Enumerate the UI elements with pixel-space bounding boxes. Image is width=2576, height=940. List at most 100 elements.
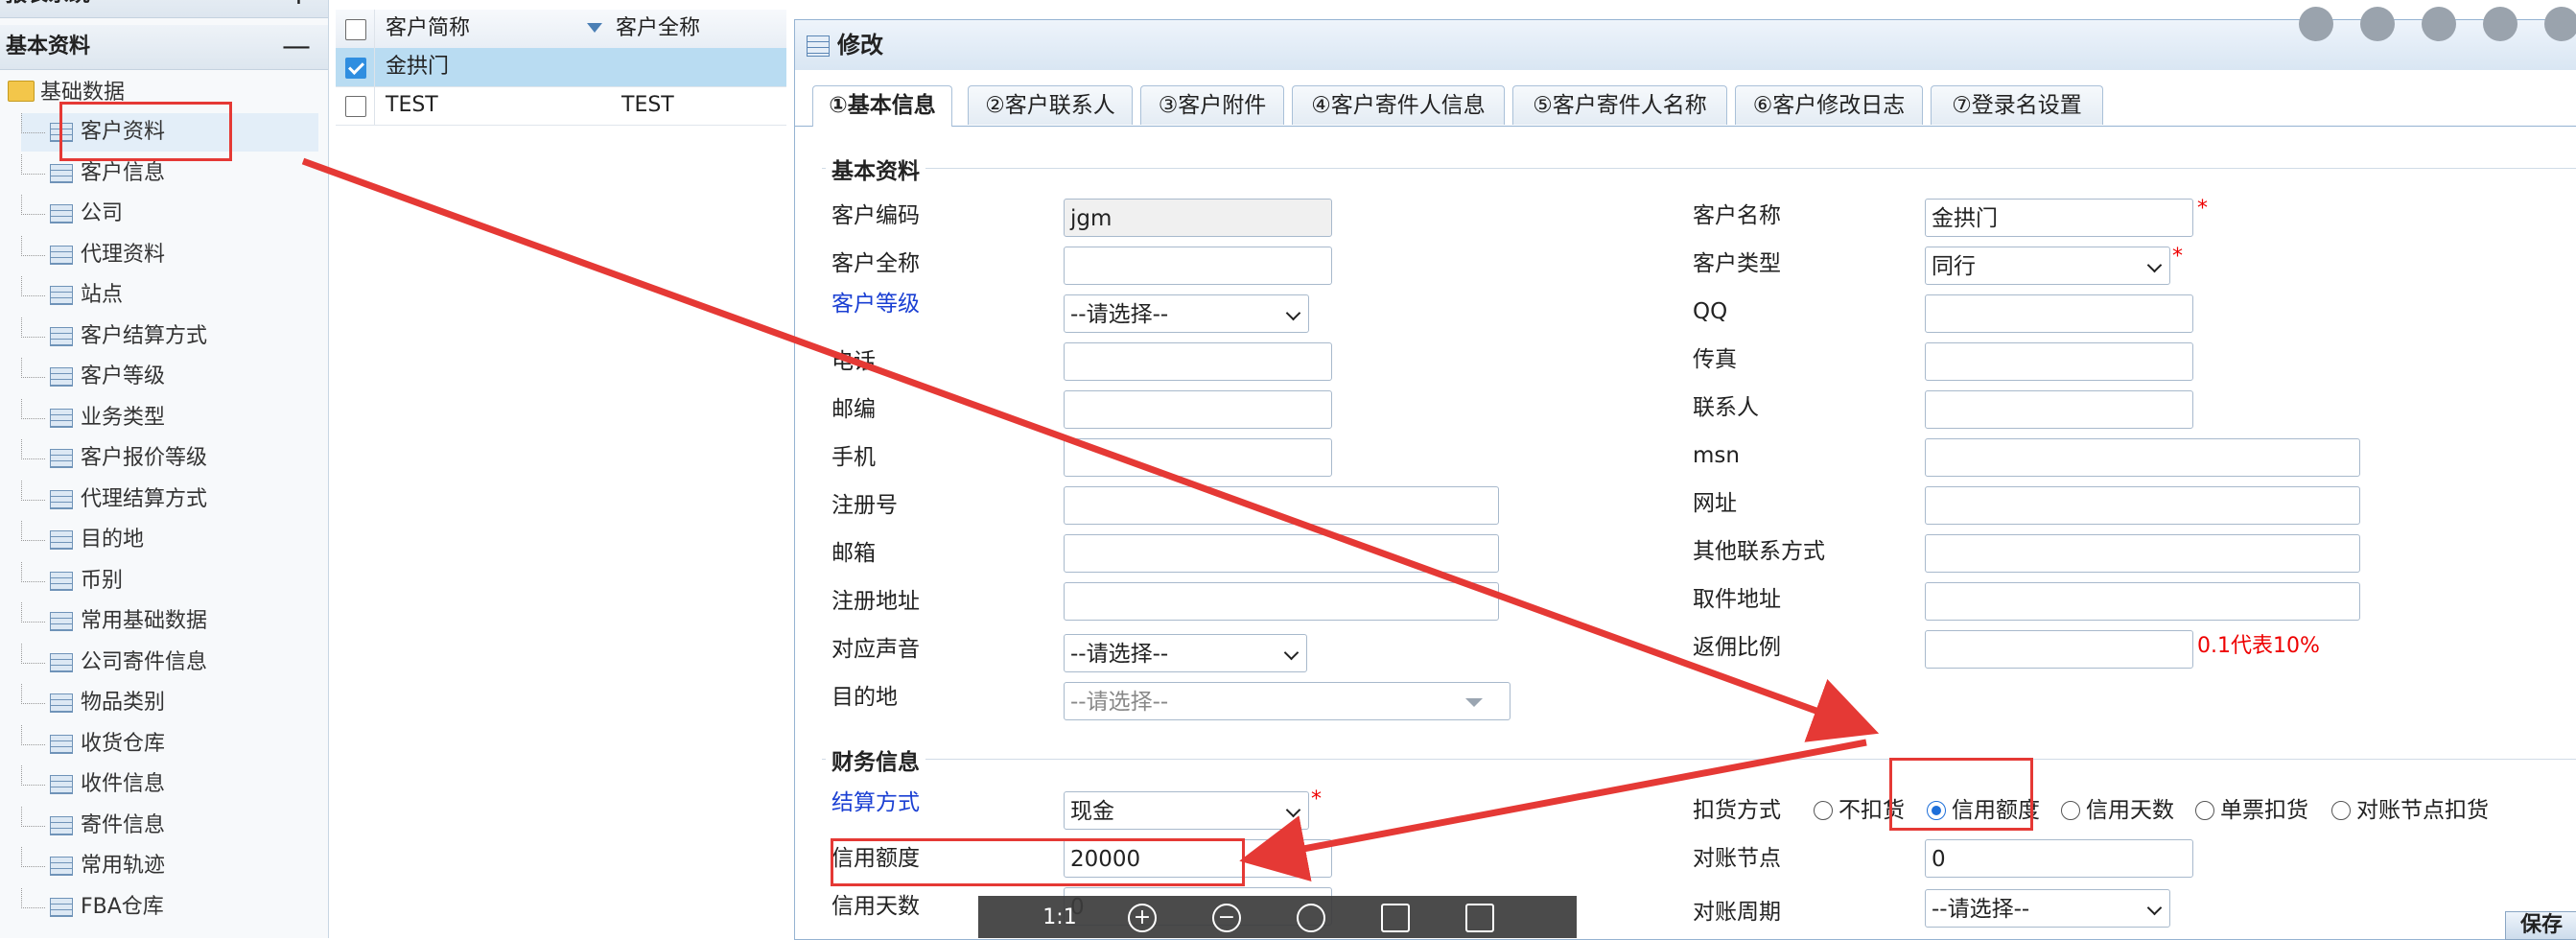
- sidebar-item[interactable]: 站点: [21, 276, 318, 315]
- sidebar-item[interactable]: 目的地: [21, 521, 318, 559]
- sidebar-item[interactable]: 代理结算方式: [21, 480, 318, 519]
- sidebar-item[interactable]: 代理资料: [21, 235, 318, 274]
- msn-input[interactable]: [1925, 438, 2360, 477]
- fax-input[interactable]: [1925, 342, 2193, 381]
- table-row[interactable]: 金拱门: [336, 48, 786, 87]
- sidebar-item-label: 站点: [81, 283, 124, 307]
- tree-branch-line: [21, 847, 45, 867]
- pickup-address-input[interactable]: [1925, 582, 2360, 621]
- zoom-out-icon[interactable]: −: [1212, 904, 1241, 932]
- tab-sender-name[interactable]: ⑤客户寄件人名称: [1512, 85, 1727, 125]
- form-icon: [807, 35, 830, 57]
- settlement-select[interactable]: 现金: [1064, 791, 1309, 830]
- destination-combo[interactable]: --请选择--: [1064, 682, 1510, 720]
- sidebar-item[interactable]: 常用基础数据: [21, 602, 318, 641]
- voice-select[interactable]: --请选择--: [1064, 634, 1307, 672]
- tab-basic-info[interactable]: ①基本信息: [812, 85, 952, 127]
- column-header-short-name[interactable]: 客户简称: [386, 10, 470, 48]
- sidebar-item[interactable]: 业务类型: [21, 398, 318, 437]
- contact-input[interactable]: [1925, 390, 2193, 429]
- tree-branch-line: [21, 480, 45, 501]
- tab-bar: ①基本信息 ②客户联系人 ③客户附件 ④客户寄件人信息 ⑤客户寄件人名称 ⑥客户…: [795, 80, 2576, 127]
- table-icon: [50, 815, 73, 835]
- radio-label: 对账节点扣货: [2356, 798, 2489, 823]
- filter-icon[interactable]: [587, 23, 602, 33]
- mobile-input[interactable]: [1064, 438, 1332, 477]
- save-icon[interactable]: [1465, 904, 1494, 932]
- radio-icon: [2331, 801, 2351, 820]
- table-icon: [50, 449, 73, 468]
- accordion-basic-data[interactable]: 基本资料 —: [0, 25, 328, 70]
- edit-icon[interactable]: [1381, 904, 1410, 932]
- row-checkbox[interactable]: [345, 96, 366, 117]
- sidebar-item[interactable]: 公司: [21, 195, 318, 233]
- column-header-full-name[interactable]: 客户全称: [616, 10, 700, 48]
- table-icon: [50, 163, 73, 183]
- close-icon[interactable]: [2544, 7, 2576, 41]
- website-input[interactable]: [1925, 486, 2360, 525]
- maximize-icon[interactable]: [2483, 7, 2517, 41]
- tab-modify-log[interactable]: ⑥客户修改日志: [1735, 85, 1923, 125]
- zoom-in-icon[interactable]: +: [1128, 904, 1157, 932]
- label-customer-level[interactable]: 客户等级: [831, 285, 920, 323]
- sidebar-item[interactable]: 客户结算方式: [21, 317, 318, 356]
- label-reconcile-period: 对账周期: [1693, 900, 1781, 925]
- row-checkbox[interactable]: [345, 58, 366, 79]
- accordion-report-system[interactable]: 报表系统 +: [0, 0, 328, 18]
- postcode-input[interactable]: [1064, 390, 1332, 429]
- customer-fullname-input[interactable]: [1064, 247, 1332, 285]
- label-email: 邮箱: [831, 541, 876, 566]
- tab-contacts[interactable]: ②客户联系人: [968, 85, 1133, 125]
- select-all-cell[interactable]: [336, 10, 375, 48]
- customer-name-input[interactable]: 金拱门: [1925, 199, 2193, 237]
- phone-input[interactable]: [1064, 342, 1332, 381]
- select-all-checkbox[interactable]: [345, 19, 366, 40]
- sidebar-item[interactable]: FBA仓库: [21, 887, 318, 927]
- label-destination: 目的地: [831, 685, 898, 710]
- accordion-title: 报表系统: [6, 0, 90, 17]
- label-voice: 对应声音: [831, 637, 920, 662]
- tab-sender-info[interactable]: ④客户寄件人信息: [1292, 85, 1505, 125]
- sidebar-item[interactable]: 客户报价等级: [21, 439, 318, 478]
- tree-branch-line: [21, 521, 45, 541]
- customer-type-select[interactable]: 同行: [1925, 247, 2170, 285]
- sidebar-item[interactable]: 常用轨迹: [21, 847, 318, 885]
- tree-branch-line: [21, 276, 45, 296]
- reg-no-input[interactable]: [1064, 486, 1499, 525]
- reconcile-node-input[interactable]: 0: [1925, 839, 2193, 878]
- sidebar-item[interactable]: 客户等级: [21, 358, 318, 396]
- rebate-input[interactable]: [1925, 630, 2193, 669]
- image-viewer-toolbar: 1:1 + −: [978, 896, 1577, 938]
- reconcile-period-select[interactable]: --请选择--: [1925, 889, 2170, 928]
- minimize-icon[interactable]: [2422, 7, 2456, 41]
- table-row[interactable]: TEST TEST: [336, 86, 786, 126]
- tab-login-settings[interactable]: ⑦登录名设置: [1931, 85, 2103, 125]
- select-value: 现金: [1070, 799, 1114, 824]
- email-input[interactable]: [1064, 534, 1499, 573]
- sidebar-item[interactable]: 公司寄件信息: [21, 643, 318, 682]
- sidebar-item[interactable]: 物品类别: [21, 684, 318, 722]
- table-icon: [50, 489, 73, 509]
- home-icon[interactable]: [2299, 7, 2333, 41]
- save-button[interactable]: 保存: [2505, 911, 2576, 940]
- section-basic-title: 基本资料: [826, 153, 925, 185]
- tab-attachments[interactable]: ③客户附件: [1140, 85, 1284, 125]
- customer-code-input[interactable]: jgm: [1064, 199, 1332, 237]
- actual-size-button[interactable]: 1:1: [1036, 904, 1084, 932]
- customer-level-select[interactable]: --请选择--: [1064, 294, 1309, 333]
- label-settlement[interactable]: 结算方式: [831, 784, 920, 822]
- sidebar-item-label: 收件信息: [81, 772, 166, 796]
- other-contact-input[interactable]: [1925, 534, 2360, 573]
- sidebar-item[interactable]: 收件信息: [21, 765, 318, 804]
- rebate-hint: 0.1代表10%: [2197, 634, 2320, 658]
- sidebar-item[interactable]: 收货仓库: [21, 724, 318, 764]
- tree-branch-line: [21, 684, 45, 704]
- edit-dialog: 修改 ①基本信息 ②客户联系人 ③客户附件 ④客户寄件人信息 ⑤客户寄件人名称 …: [794, 7, 2576, 940]
- sidebar-item-label: 客户报价等级: [81, 446, 208, 470]
- qq-input[interactable]: [1925, 294, 2193, 333]
- collapse-window-icon[interactable]: [2360, 7, 2395, 41]
- sidebar-item[interactable]: 寄件信息: [21, 806, 318, 845]
- sidebar-item[interactable]: 币别: [21, 561, 318, 600]
- reg-address-input[interactable]: [1064, 582, 1499, 621]
- rotate-icon[interactable]: [1297, 904, 1325, 932]
